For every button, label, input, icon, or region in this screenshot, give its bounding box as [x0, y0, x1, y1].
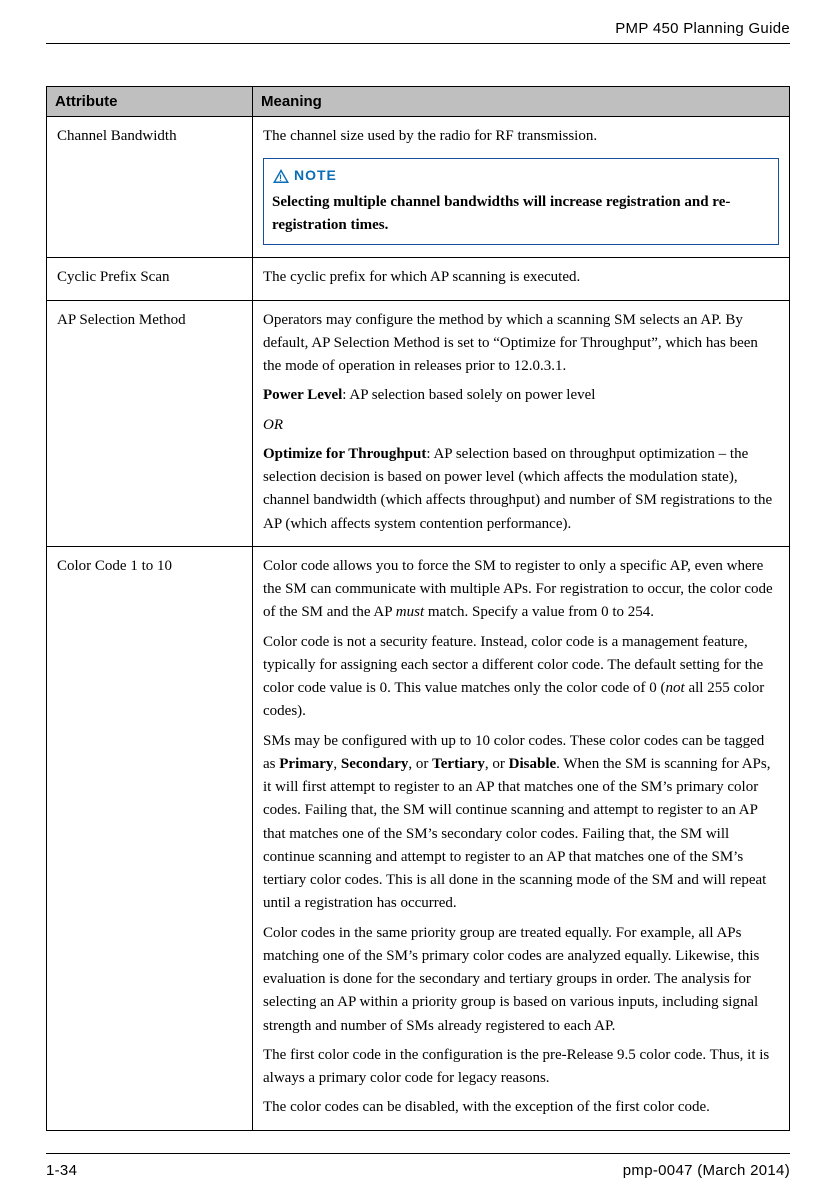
paragraph: Color code is not a security feature. In…	[263, 631, 779, 724]
text: . When the SM is scanning for APs, it wi…	[263, 756, 770, 912]
italic-text: must	[396, 604, 424, 620]
note-box: ! NOTE Selecting multiple channel bandwi…	[263, 158, 779, 245]
text: ,	[333, 756, 341, 772]
page-footer: 1-34 pmp-0047 (March 2014)	[46, 1153, 790, 1179]
attribute-table: Attribute Meaning Channel Bandwidth The …	[46, 86, 790, 1131]
note-label-text: NOTE	[294, 165, 337, 186]
table-row: AP Selection Method Operators may config…	[47, 300, 790, 546]
paragraph: The channel size used by the radio for R…	[263, 125, 779, 148]
italic-text: not	[666, 680, 685, 696]
attr-name: Color Code 1 to 10	[47, 546, 253, 1130]
attr-meaning: The cyclic prefix for which AP scanning …	[253, 258, 790, 300]
paragraph: The color codes can be disabled, with th…	[263, 1096, 779, 1119]
bold-text: Optimize for Throughput	[263, 446, 426, 462]
paragraph: Optimize for Throughput: AP selection ba…	[263, 443, 779, 536]
attr-name: Channel Bandwidth	[47, 117, 253, 258]
attr-meaning: The channel size used by the radio for R…	[253, 117, 790, 258]
paragraph: Color code allows you to force the SM to…	[263, 555, 779, 625]
table-row: Cyclic Prefix Scan The cyclic prefix for…	[47, 258, 790, 300]
paragraph: OR	[263, 414, 779, 437]
bold-text: Primary	[279, 756, 333, 772]
footer-right: pmp-0047 (March 2014)	[623, 1162, 790, 1179]
footer-left: 1-34	[46, 1162, 77, 1179]
note-icon: !	[272, 168, 290, 184]
bold-text: Disable	[509, 756, 557, 772]
paragraph: Color codes in the same priority group a…	[263, 922, 779, 1038]
table-row: Color Code 1 to 10 Color code allows you…	[47, 546, 790, 1130]
note-text: Selecting multiple channel bandwidths wi…	[272, 191, 770, 236]
text: match. Specify a value from 0 to 254.	[424, 604, 654, 620]
attr-meaning: Operators may configure the method by wh…	[253, 300, 790, 546]
page-header: PMP 450 Planning Guide	[46, 20, 790, 44]
table-row: Channel Bandwidth The channel size used …	[47, 117, 790, 258]
text: : AP selection based solely on power lev…	[342, 387, 595, 403]
paragraph: The first color code in the configuratio…	[263, 1044, 779, 1091]
text: , or	[485, 756, 509, 772]
bold-text: Secondary	[341, 756, 409, 772]
attr-meaning: Color code allows you to force the SM to…	[253, 546, 790, 1130]
svg-text:!: !	[279, 173, 283, 183]
bold-text: Tertiary	[432, 756, 485, 772]
col-header-attribute: Attribute	[47, 87, 253, 117]
paragraph: The cyclic prefix for which AP scanning …	[263, 266, 779, 289]
col-header-meaning: Meaning	[253, 87, 790, 117]
paragraph: Power Level: AP selection based solely o…	[263, 384, 779, 407]
text: , or	[408, 756, 432, 772]
attr-name: Cyclic Prefix Scan	[47, 258, 253, 300]
paragraph: SMs may be configured with up to 10 colo…	[263, 730, 779, 916]
note-label: ! NOTE	[272, 165, 337, 186]
paragraph: Operators may configure the method by wh…	[263, 309, 779, 379]
attr-name: AP Selection Method	[47, 300, 253, 546]
bold-text: Power Level	[263, 387, 342, 403]
